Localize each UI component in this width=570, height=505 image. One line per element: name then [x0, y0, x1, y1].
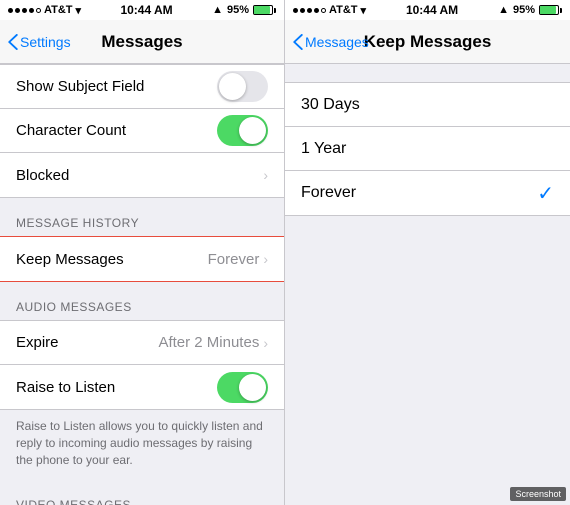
raise-to-listen-item[interactable]: Raise to Listen [0, 365, 284, 409]
right-carrier: AT&T [329, 4, 358, 16]
left-signal-pct: 95% [227, 4, 249, 16]
battery-tip [274, 8, 276, 13]
left-back-label: Settings [20, 34, 71, 50]
character-count-knob [239, 117, 266, 144]
right-wifi-icon: ▾ [361, 4, 367, 17]
option-1-year-label: 1 Year [301, 140, 346, 158]
show-subject-label: Show Subject Field [16, 78, 144, 95]
right-back-chevron-icon [293, 34, 303, 50]
right-back-label: Messages [305, 34, 369, 50]
right-status-bar: AT&T ▾ 10:44 AM ▲ 95% [285, 0, 570, 20]
right-nav-bar: Messages Keep Messages [285, 20, 570, 64]
dot4 [29, 8, 34, 13]
option-forever[interactable]: Forever ✓ [285, 171, 570, 215]
right-wrapper: AT&T ▾ 10:44 AM ▲ 95% Mes [285, 0, 570, 505]
top-list-group: Show Subject Field Character Count Block… [0, 64, 284, 198]
character-count-toggle[interactable] [217, 115, 268, 146]
location-icon: ▲ [212, 4, 223, 16]
option-forever-label: Forever [301, 184, 356, 202]
left-phone-panel: AT&T ▾ 10:44 AM ▲ 95% Settings Messages [0, 0, 285, 505]
show-subject-item[interactable]: Show Subject Field [0, 65, 284, 109]
show-subject-knob [219, 73, 246, 100]
left-status-bar: AT&T ▾ 10:44 AM ▲ 95% [0, 0, 284, 20]
keep-messages-item[interactable]: Keep Messages Forever › [0, 237, 284, 281]
right-status-right: ▲ 95% [498, 4, 562, 16]
expire-audio-item[interactable]: Expire After 2 Minutes › [0, 321, 284, 365]
keep-messages-value: Forever › [208, 251, 268, 268]
screenshot-badge: Screenshot [510, 487, 566, 501]
r-battery-fill [540, 6, 556, 14]
right-nav-title: Keep Messages [364, 32, 492, 52]
right-status-left: AT&T ▾ [293, 4, 366, 17]
dot3 [22, 8, 27, 13]
message-history-header: MESSAGE HISTORY [0, 198, 284, 236]
left-nav-bar: Settings Messages [0, 20, 284, 64]
expire-audio-chevron-icon: › [263, 335, 268, 351]
dot5 [36, 8, 41, 13]
raise-to-listen-description: Raise to Listen allows you to quickly li… [0, 410, 284, 480]
back-chevron-icon [8, 34, 18, 50]
raise-to-listen-knob [239, 374, 266, 401]
audio-messages-header: AUDIO MESSAGES [0, 282, 284, 320]
r-dot4 [314, 8, 319, 13]
keep-messages-options: 30 Days 1 Year Forever ✓ [285, 82, 570, 216]
right-signal-pct: 95% [513, 4, 535, 16]
right-battery [539, 5, 562, 15]
character-count-item[interactable]: Character Count [0, 109, 284, 153]
r-battery-tip [560, 8, 562, 13]
dot2 [15, 8, 20, 13]
left-back-button[interactable]: Settings [8, 34, 71, 50]
keep-messages-value-text: Forever [208, 251, 260, 268]
blocked-chevron-icon: › [263, 167, 268, 183]
r-battery-body [539, 5, 559, 15]
left-status-right: ▲ 95% [212, 4, 276, 16]
expire-audio-value: After 2 Minutes › [158, 334, 268, 351]
show-subject-toggle[interactable] [217, 71, 268, 102]
dot1 [8, 8, 13, 13]
blocked-item[interactable]: Blocked › [0, 153, 284, 197]
character-count-label: Character Count [16, 122, 126, 139]
left-battery [253, 5, 276, 15]
r-dot5 [321, 8, 326, 13]
option-1-year[interactable]: 1 Year [285, 127, 570, 171]
left-status-left: AT&T ▾ [8, 4, 81, 17]
right-time: 10:44 AM [406, 3, 458, 17]
r-dot2 [300, 8, 305, 13]
left-time: 10:44 AM [120, 3, 172, 17]
message-history-group: Keep Messages Forever › [0, 236, 284, 282]
right-signal-dots [293, 8, 326, 13]
audio-messages-group: Expire After 2 Minutes › Raise to Listen [0, 320, 284, 410]
forever-checkmark-icon: ✓ [537, 181, 554, 206]
r-dot3 [307, 8, 312, 13]
option-30-days[interactable]: 30 Days [285, 83, 570, 127]
top-spacer [285, 64, 570, 82]
left-carrier: AT&T [44, 4, 73, 16]
video-messages-header: VIDEO MESSAGES [0, 480, 284, 505]
right-location-icon: ▲ [498, 4, 509, 16]
left-wifi-icon: ▾ [76, 4, 82, 17]
keep-messages-label: Keep Messages [16, 251, 124, 268]
keep-messages-chevron-icon: › [263, 251, 268, 267]
blocked-label: Blocked [16, 167, 69, 184]
battery-fill [254, 6, 270, 14]
raise-to-listen-label: Raise to Listen [16, 379, 115, 396]
left-nav-title: Messages [101, 32, 182, 52]
left-settings-list: Show Subject Field Character Count Block… [0, 64, 284, 505]
option-30-days-label: 30 Days [301, 96, 360, 114]
expire-audio-value-text: After 2 Minutes [158, 334, 259, 351]
signal-dots [8, 8, 41, 13]
expire-audio-label: Expire [16, 334, 59, 351]
battery-body [253, 5, 273, 15]
right-back-button[interactable]: Messages [293, 34, 369, 50]
raise-to-listen-toggle[interactable] [217, 372, 268, 403]
right-phone-panel: AT&T ▾ 10:44 AM ▲ 95% Mes [285, 0, 570, 505]
r-dot1 [293, 8, 298, 13]
